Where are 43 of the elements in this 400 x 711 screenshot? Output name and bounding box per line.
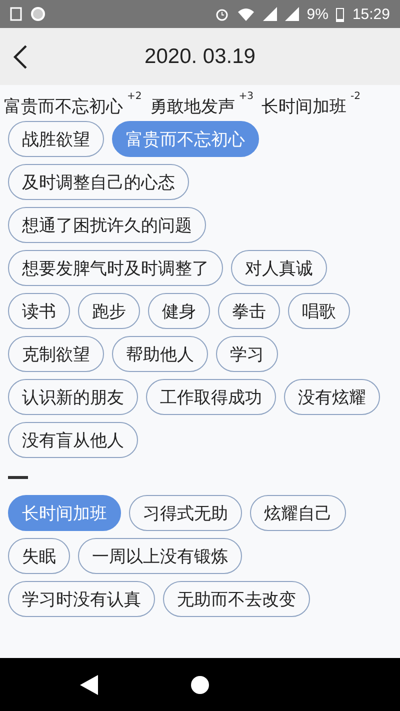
tag-chip[interactable]: 炫耀自己 xyxy=(250,495,346,531)
wifi-icon xyxy=(236,7,255,21)
record-icon xyxy=(30,6,46,22)
signal-icon xyxy=(284,7,299,21)
summary-score: -2 xyxy=(350,91,360,102)
tag-chip[interactable]: 读书 xyxy=(8,293,70,329)
summary-label: 长时间加班 xyxy=(262,96,346,118)
tag-chip[interactable]: 及时调整自己的心态 xyxy=(8,164,189,200)
clock-time: 15:29 xyxy=(352,6,390,22)
tag-chip[interactable]: 习得式无助 xyxy=(129,495,242,531)
tag-chip[interactable]: 失眠 xyxy=(8,538,70,574)
tag-chip[interactable]: 对人真诚 xyxy=(231,250,327,286)
tag-chip[interactable]: 无助而不去改变 xyxy=(163,581,310,617)
sim-card-icon xyxy=(10,7,22,21)
group-divider xyxy=(8,476,28,479)
tag-chip[interactable]: 没有炫耀 xyxy=(284,379,380,415)
signal-icon xyxy=(262,7,277,21)
tag-chip[interactable]: 克制欲望 xyxy=(8,336,104,372)
tag-chip[interactable]: 帮助他人 xyxy=(112,336,208,372)
summary-label: 勇敢地发声 xyxy=(150,96,235,118)
tag-chip[interactable]: 认识新的朋友 xyxy=(8,379,138,415)
summary-label: 富贵而不忘初心 xyxy=(4,96,123,118)
tag-chip[interactable]: 工作取得成功 xyxy=(146,379,276,415)
back-triangle-icon[interactable] xyxy=(80,674,98,694)
tag-chip[interactable]: 没有盲从他人 xyxy=(8,422,138,458)
summary-score: +3 xyxy=(238,91,254,102)
alarm-icon xyxy=(214,7,229,21)
home-icon[interactable] xyxy=(191,676,209,694)
tag-chip[interactable]: 跑步 xyxy=(78,293,140,329)
battery-percent: 9% xyxy=(306,6,328,22)
tag-chip[interactable]: 想要发脾气时及时调整了 xyxy=(8,250,223,286)
tag-chip[interactable]: 拳击 xyxy=(218,293,280,329)
tag-chip[interactable]: 战胜欲望 xyxy=(8,121,104,157)
summary-score: +2 xyxy=(127,91,142,102)
tag-chip[interactable]: 学习 xyxy=(216,336,278,372)
tag-chip[interactable]: 想通了困扰许久的问题 xyxy=(8,207,206,243)
page-title: 2020. 03.19 xyxy=(144,44,256,68)
tag-chip[interactable]: 一周以上没有锻炼 xyxy=(78,538,242,574)
tag-chip[interactable]: 学习时没有认真 xyxy=(8,581,155,617)
tag-chip[interactable]: 唱歌 xyxy=(288,293,350,329)
back-icon[interactable] xyxy=(12,44,28,70)
battery-icon xyxy=(336,6,344,22)
tag-chip[interactable]: 健身 xyxy=(148,293,210,329)
